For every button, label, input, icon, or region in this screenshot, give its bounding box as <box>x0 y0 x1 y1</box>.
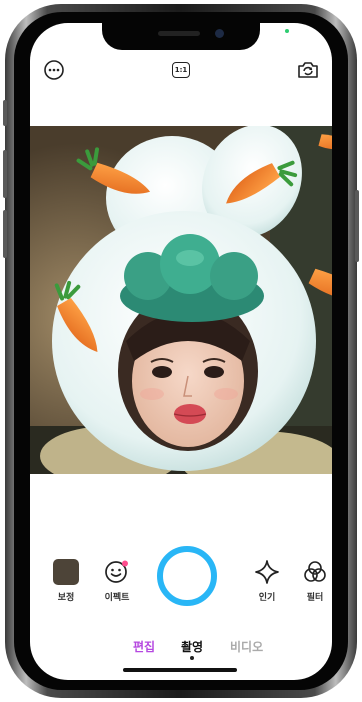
notch <box>102 23 260 50</box>
effects-label: 이펙트 <box>104 593 130 603</box>
more-horizontal-icon <box>44 60 64 80</box>
mute-switch <box>3 100 7 126</box>
app-screen: 1:1 보정 이펙트 인기 필터 편집 촬영 비디오 <box>30 23 332 680</box>
aspect-ratio-label: 1:1 <box>174 65 188 74</box>
volume-down-button <box>3 210 7 258</box>
filter-label: 필터 <box>306 593 324 603</box>
bottom-controls: 보정 이펙트 인기 필터 편집 촬영 비디오 <box>30 543 332 680</box>
camera-flip-icon <box>298 62 318 78</box>
adjust-button[interactable]: 보정 <box>50 559 82 603</box>
sparkle-icon <box>255 560 279 584</box>
mode-selector: 편집 촬영 비디오 <box>30 638 332 660</box>
top-bar: 1:1 <box>30 55 332 85</box>
camera-in-use-indicator <box>285 29 289 33</box>
flip-camera-button[interactable] <box>295 57 321 83</box>
mode-photo[interactable]: 촬영 <box>181 638 203 655</box>
mode-video[interactable]: 비디오 <box>230 638 263 655</box>
speaker-grille <box>158 31 200 36</box>
mode-edit[interactable]: 편집 <box>133 638 155 655</box>
shutter-button[interactable] <box>157 546 217 606</box>
more-options-button[interactable] <box>41 57 67 83</box>
power-button <box>355 190 359 262</box>
camera-preview-image <box>30 126 332 474</box>
adjust-label: 보정 <box>57 593 75 603</box>
adjust-swatch-icon <box>53 559 79 585</box>
popular-button[interactable]: 인기 <box>252 559 282 603</box>
camera-preview[interactable] <box>30 126 332 474</box>
effects-button[interactable]: 이펙트 <box>97 559 137 603</box>
active-mode-indicator <box>190 656 194 660</box>
home-indicator[interactable] <box>123 668 237 672</box>
aspect-ratio-button[interactable]: 1:1 <box>168 57 194 83</box>
filter-button[interactable]: 필터 <box>300 559 330 603</box>
smile-sparkle-icon <box>105 560 128 583</box>
popular-label: 인기 <box>258 593 276 603</box>
volume-up-button <box>3 150 7 198</box>
filter-circles-icon <box>304 561 326 582</box>
aspect-ratio-icon: 1:1 <box>172 62 190 78</box>
front-camera <box>215 29 224 38</box>
